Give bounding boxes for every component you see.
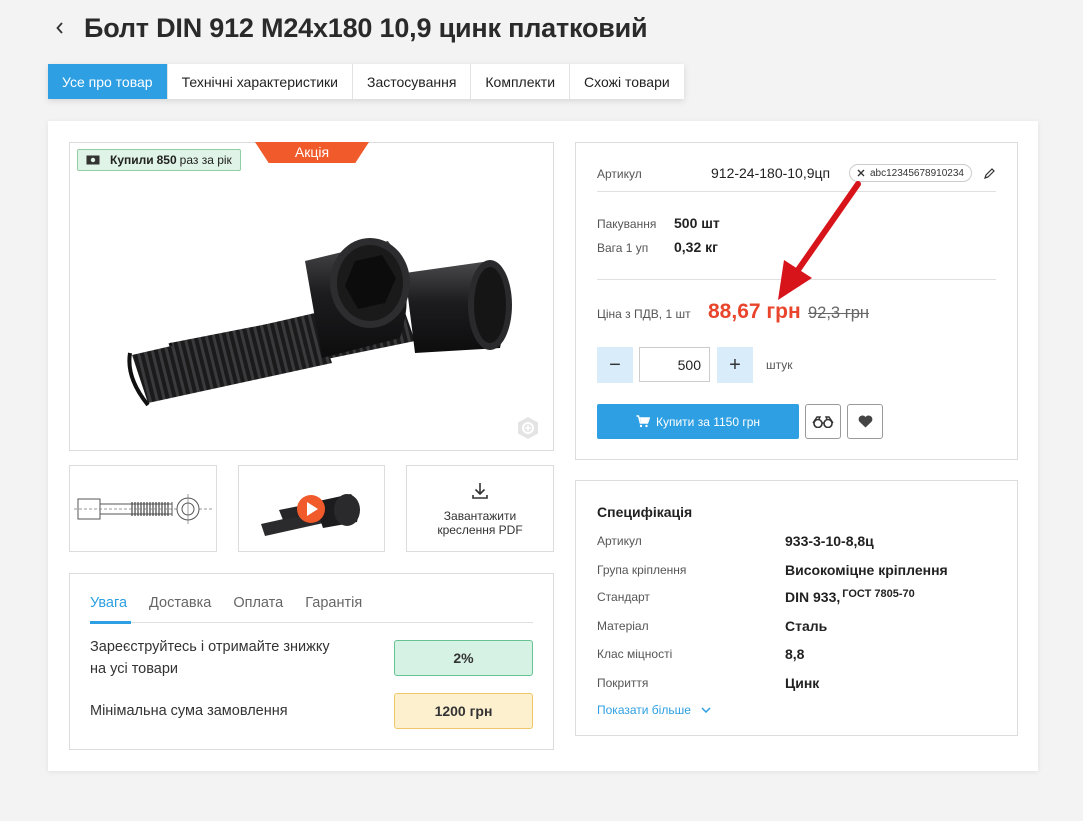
close-icon[interactable]: [857, 169, 865, 177]
spec-row-material: Матеріал Сталь: [597, 616, 997, 636]
info-tab-underline: [90, 621, 131, 624]
download-pdf-button[interactable]: Завантажити креслення PDF: [406, 465, 554, 552]
purchase-count-badge: Купили 850 раз за рік: [77, 149, 241, 171]
info-tab-payment[interactable]: Оплата: [233, 595, 283, 611]
min-order-value: 1200 грн: [394, 693, 533, 729]
spec-label: Артикул: [597, 534, 642, 548]
spec-value: Високоміцне кріплення: [785, 562, 948, 578]
info-tab-attention[interactable]: Увага: [90, 595, 127, 611]
spec-label: Матеріал: [597, 619, 649, 633]
red-arrow-icon: [778, 181, 861, 300]
quantity-decrease-button[interactable]: −: [597, 347, 633, 383]
info-tabs: Увага Доставка Оплата Гарантія: [90, 595, 384, 611]
discount-value: 2%: [394, 640, 533, 676]
quantity-unit: штук: [766, 358, 793, 372]
zoom-icon[interactable]: [516, 416, 540, 440]
cart-icon: [636, 415, 650, 428]
register-discount-line-2: на усі товари: [90, 661, 178, 677]
money-icon: [86, 155, 100, 165]
spec-value: 8,8: [785, 646, 805, 662]
badge-prefix: Купили: [110, 153, 154, 167]
download-icon: [472, 482, 488, 499]
spec-row-coating: Покриття Цинк: [597, 673, 997, 693]
quantity-increase-button[interactable]: +: [717, 347, 753, 383]
download-label-1: Завантажити: [443, 508, 517, 523]
spec-label: Група кріплення: [597, 563, 687, 577]
thumbnail-drawing[interactable]: [69, 465, 217, 552]
spec-value: Сталь: [785, 618, 828, 634]
register-discount-text: Зареєструйтесь і отримайте знижку на усі…: [90, 636, 330, 680]
tab-similar[interactable]: Схожі товари: [570, 64, 684, 99]
page-header: Болт DIN 912 M24x180 10,9 цинк платковий: [52, 8, 648, 48]
weight-label: Вага 1 уп: [597, 241, 649, 255]
product-image: [92, 153, 532, 443]
min-order-text: Мінімальна сума замовлення: [90, 703, 288, 719]
code-tag-text: abc12345678910234: [870, 167, 964, 179]
favorite-button[interactable]: [847, 404, 883, 439]
tab-all-about[interactable]: Усе про товар: [48, 64, 168, 99]
spec-label: Клас міцності: [597, 647, 673, 661]
back-button[interactable]: [52, 20, 68, 36]
badge-count: 850: [156, 153, 177, 167]
packing-label: Пакування: [597, 217, 657, 231]
spec-title: Специфікація: [597, 504, 693, 520]
packing-value: 500 шт: [674, 215, 720, 231]
spec-row-standard: Стандарт DIN 933, ГОСТ 7805-70: [597, 587, 997, 607]
edit-icon[interactable]: [983, 167, 995, 179]
spec-row-group: Група кріплення Високоміцне кріплення: [597, 560, 997, 580]
spec-label: Покриття: [597, 676, 649, 690]
page-title: Болт DIN 912 M24x180 10,9 цинк платковий: [84, 12, 648, 43]
spec-row-strength: Клас міцності 8,8: [597, 644, 997, 664]
product-tabs: Усе про товар Технічні характеристики За…: [48, 64, 684, 99]
drawing-thumbnail-image: [74, 494, 212, 524]
weight-value: 0,32 кг: [674, 239, 718, 255]
spec-value-small: ГОСТ 7805-70: [842, 588, 915, 600]
badge-suffix: раз за рік: [179, 153, 232, 167]
info-tabs-divider: [90, 622, 533, 623]
buy-button[interactable]: Купити за 1150 грн: [597, 404, 799, 439]
spec-row-article: Артикул 933-3-10-8,8ц: [597, 531, 997, 551]
download-label-2: креслення PDF: [437, 522, 523, 537]
tab-application[interactable]: Застосування: [353, 64, 472, 99]
spec-value: 933-3-10-8,8ц: [785, 533, 874, 549]
spec-label: Стандарт: [597, 590, 650, 604]
quantity-input[interactable]: [639, 347, 710, 382]
show-more-label: Показати більше: [597, 703, 691, 717]
promo-label: Акція: [255, 142, 369, 163]
product-image-box[interactable]: [69, 142, 554, 451]
article-label: Артикул: [597, 167, 642, 181]
compare-button[interactable]: [805, 404, 841, 439]
info-tab-warranty[interactable]: Гарантія: [305, 595, 362, 611]
price-label: Ціна з ПДВ, 1 шт: [597, 307, 691, 321]
spec-value: Цинк: [785, 675, 820, 691]
compare-icon: [812, 415, 834, 428]
video-thumbnail-image: [261, 494, 360, 536]
tab-specs[interactable]: Технічні характеристики: [168, 64, 353, 99]
heart-icon: [858, 415, 872, 428]
register-discount-line-1: Зареєструйтесь і отримайте знижку: [90, 639, 330, 655]
info-tab-delivery[interactable]: Доставка: [149, 595, 211, 611]
show-more-link[interactable]: Показати більше: [597, 703, 711, 717]
chevron-left-icon: [56, 22, 63, 34]
chevron-down-icon: [701, 707, 711, 713]
spec-value: DIN 933,: [785, 589, 841, 605]
thumbnail-video[interactable]: [238, 465, 385, 552]
tab-kits[interactable]: Комплекти: [471, 64, 571, 99]
buy-button-label: Купити за 1150 грн: [655, 414, 761, 429]
